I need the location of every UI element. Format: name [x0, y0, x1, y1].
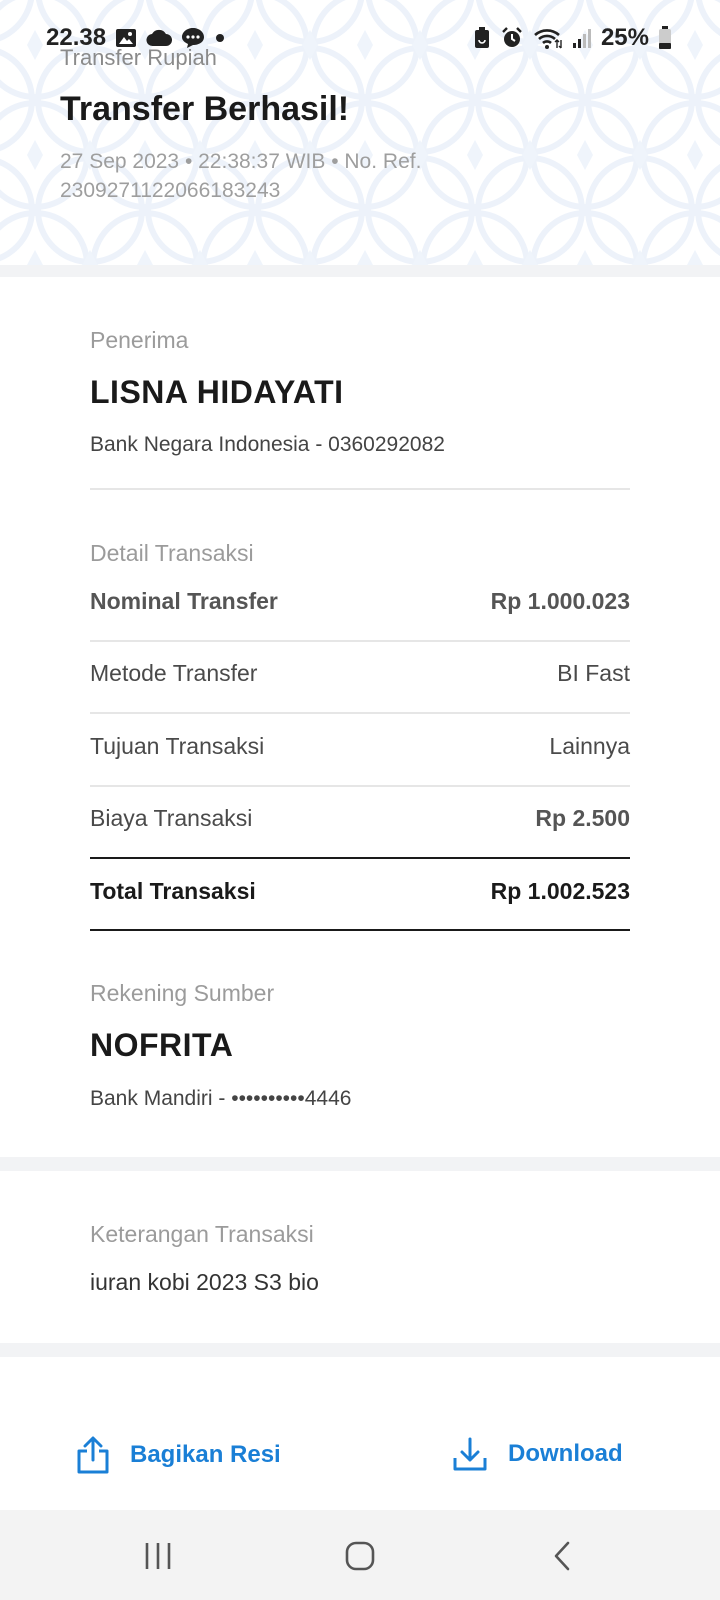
page-title: Transfer Berhasil!: [60, 90, 350, 128]
recent-apps-button[interactable]: [128, 1532, 188, 1580]
detail-row-nominal: Nominal Transfer Rp 1.000.023: [90, 581, 630, 621]
cloud-icon: [146, 29, 173, 47]
share-receipt-label: Bagikan Resi: [130, 1441, 281, 1468]
row-label: Metode Transfer: [90, 659, 258, 686]
row-value: Rp 1.000.023: [490, 587, 630, 614]
row-label: Tujuan Transaksi: [90, 732, 265, 759]
back-button[interactable]: [532, 1532, 592, 1580]
recent-apps-icon: [145, 1543, 171, 1569]
signal-icon: [572, 29, 591, 48]
total-label: Total Transaksi: [90, 877, 256, 904]
date-time-ref: 27 Sep 2023 • 22:38:37 WIB • No. Ref.: [60, 150, 422, 173]
total-value: Rp 1.002.523: [490, 877, 630, 904]
chat-icon: [182, 28, 205, 48]
section-divider: [0, 1157, 720, 1171]
battery-icon: [659, 26, 671, 49]
download-label: Download: [508, 1440, 623, 1467]
divider: [90, 712, 630, 714]
back-icon: [554, 1541, 570, 1571]
alarm-icon: [502, 27, 522, 47]
detail-label: Detail Transaksi: [90, 540, 254, 566]
share-icon: [77, 1436, 109, 1474]
recipient-bank-account: Bank Negara Indonesia - 0360292082: [90, 433, 445, 456]
divider: [90, 488, 630, 490]
divider: [90, 929, 630, 931]
row-label: Biaya Transaksi: [90, 804, 253, 831]
source-account-name: NOFRITA: [90, 1027, 234, 1063]
home-icon: [345, 1541, 375, 1571]
battery-saver-icon: [474, 27, 489, 48]
home-button[interactable]: [330, 1532, 390, 1580]
divider: [90, 857, 630, 859]
row-value: BI Fast: [557, 659, 630, 686]
detail-row-purpose: Tujuan Transaksi Lainnya: [90, 726, 630, 766]
section-divider: [0, 265, 720, 277]
download-button[interactable]: Download: [452, 1436, 623, 1472]
detail-row-method: Metode Transfer BI Fast: [90, 653, 630, 693]
note-text: iuran kobi 2023 S3 bio: [90, 1269, 319, 1295]
row-label: Nominal Transfer: [90, 587, 278, 614]
dot-icon: [216, 34, 225, 42]
transaction-meta: 27 Sep 2023 • 22:38:37 WIB • No. Ref. 23…: [60, 147, 480, 205]
divider: [90, 640, 630, 642]
section-divider: [0, 1343, 720, 1357]
battery-percent: 25%: [600, 24, 649, 51]
share-receipt-button[interactable]: Bagikan Resi: [76, 1436, 281, 1474]
row-value: Lainnya: [549, 732, 630, 759]
download-icon: [453, 1437, 487, 1471]
reference-number: 2309271122066183243: [60, 179, 281, 202]
gallery-icon: [116, 29, 137, 47]
source-bank-account: Bank Mandiri - ••••••••••4446: [90, 1087, 352, 1110]
clock: 22.38: [46, 24, 107, 51]
detail-row-total: Total Transaksi Rp 1.002.523: [90, 871, 630, 911]
divider: [90, 785, 630, 787]
navigation-bar: [0, 1510, 720, 1600]
wifi-icon: [534, 29, 562, 49]
source-account-label: Rekening Sumber: [90, 980, 275, 1006]
row-value: Rp 2.500: [535, 804, 630, 831]
recipient-label: Penerima: [90, 327, 189, 353]
note-label: Keterangan Transaksi: [90, 1221, 314, 1247]
status-bar: 22.38 25%: [0, 0, 720, 80]
recipient-name: LISNA HIDAYATI: [90, 374, 344, 410]
detail-row-fee: Biaya Transaksi Rp 2.500: [90, 798, 630, 838]
